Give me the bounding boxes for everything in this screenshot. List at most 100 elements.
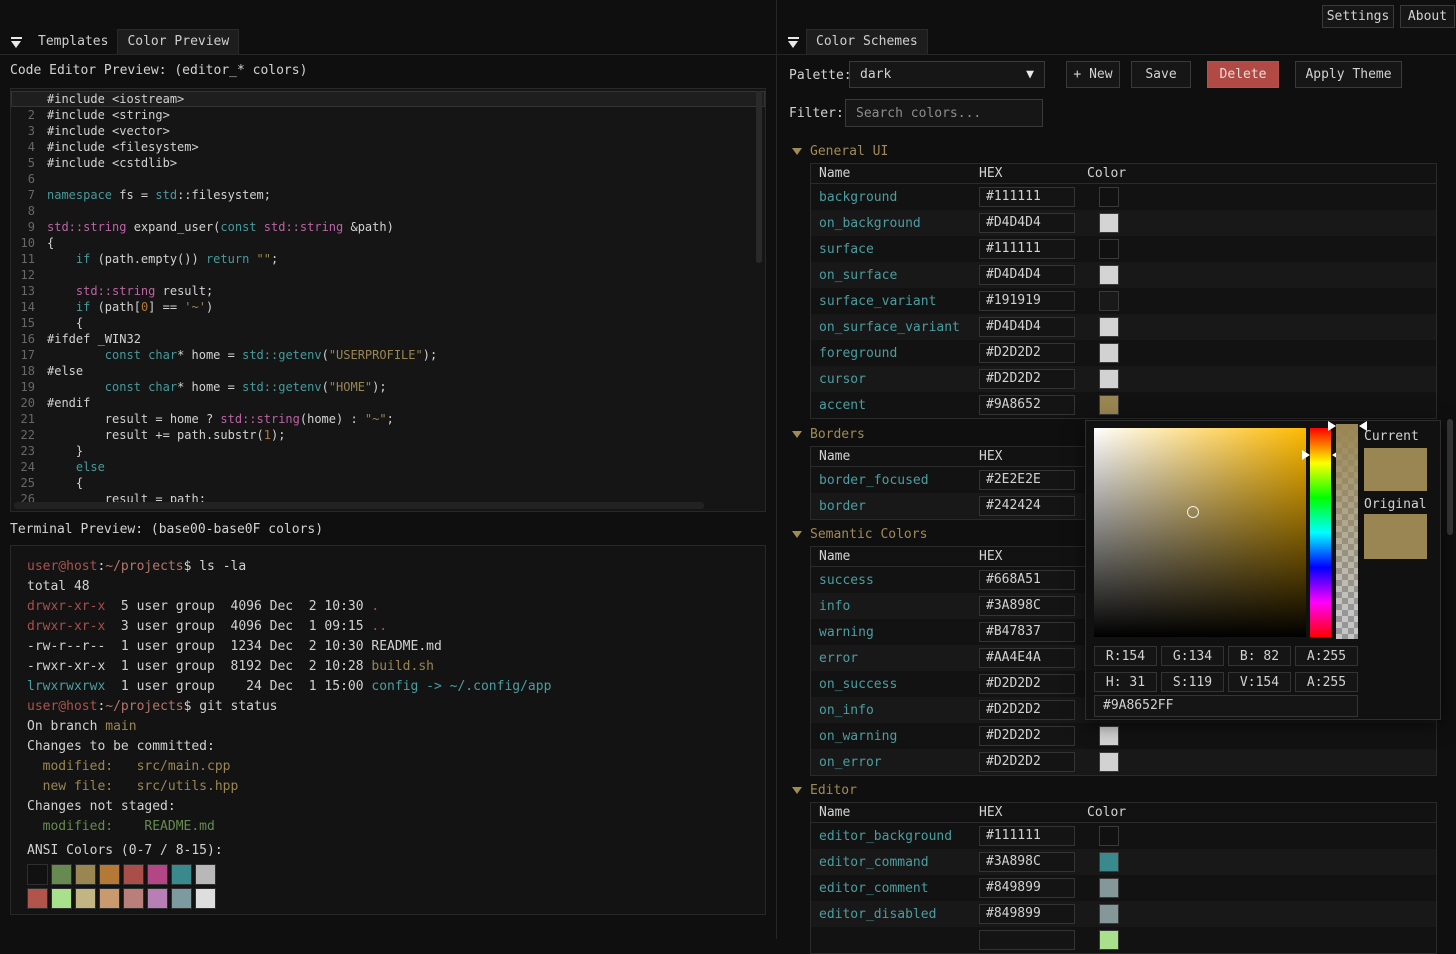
- about-button[interactable]: About: [1400, 5, 1455, 28]
- picker-field-s[interactable]: S:119: [1161, 672, 1224, 692]
- collapse-schemes-icon[interactable]: [787, 37, 800, 50]
- tab-color-preview[interactable]: Color Preview: [117, 29, 239, 54]
- hex-input[interactable]: #D2D2D2: [979, 726, 1075, 746]
- filter-search-input[interactable]: [845, 99, 1043, 127]
- color-swatch[interactable]: [1099, 291, 1119, 311]
- section-header-editor[interactable]: Editor: [792, 782, 857, 798]
- tab-color-schemes[interactable]: Color Schemes: [806, 29, 928, 54]
- sv-cursor[interactable]: [1187, 506, 1199, 518]
- hex-input[interactable]: #111111: [979, 239, 1075, 259]
- section-header-general-ui[interactable]: General UI: [792, 143, 888, 159]
- color-swatch[interactable]: [1099, 852, 1119, 872]
- color-swatch[interactable]: [1099, 726, 1119, 746]
- picker-field-v[interactable]: V:154: [1228, 672, 1291, 692]
- hex-input[interactable]: #D4D4D4: [979, 265, 1075, 285]
- delete-button[interactable]: Delete: [1207, 61, 1279, 88]
- line-number: 6: [11, 171, 47, 187]
- save-button[interactable]: Save: [1131, 61, 1191, 88]
- tab-templates[interactable]: Templates: [29, 30, 117, 54]
- hex-input[interactable]: #3A898C: [979, 852, 1075, 872]
- color-swatch[interactable]: [1099, 343, 1119, 363]
- new-palette-button[interactable]: + New: [1066, 61, 1120, 88]
- picker-field-b[interactable]: B: 82: [1228, 646, 1291, 666]
- color-swatch[interactable]: [1099, 878, 1119, 898]
- settings-button[interactable]: Settings: [1322, 5, 1394, 28]
- code-token: result = home ?: [47, 412, 220, 426]
- apply-theme-button[interactable]: Apply Theme: [1295, 61, 1402, 88]
- color-swatch[interactable]: [1099, 930, 1119, 950]
- hex-input[interactable]: #3A898C: [979, 596, 1075, 616]
- color-swatch[interactable]: [1099, 317, 1119, 337]
- picker-field-r[interactable]: R:154: [1094, 646, 1157, 666]
- hex-input[interactable]: #111111: [979, 187, 1075, 207]
- alpha-slider-handle-left[interactable]: [1328, 421, 1336, 431]
- hex-input[interactable]: #D4D4D4: [979, 213, 1075, 233]
- table-row: editor_disabled#849899: [811, 901, 1436, 927]
- hex-cell: [979, 930, 1087, 950]
- section-title: Editor: [810, 783, 857, 798]
- hex-input[interactable]: #668A51: [979, 570, 1075, 590]
- hex-input[interactable]: #191919: [979, 291, 1075, 311]
- code-line: 17 const char* home = std::getenv("USERP…: [11, 347, 765, 363]
- color-swatch[interactable]: [1099, 187, 1119, 207]
- code-token: fs =: [112, 188, 155, 202]
- ansi-swatch: [51, 864, 72, 885]
- code-line: 21 result = home ? std::string(home) : "…: [11, 411, 765, 427]
- terminal-preview-title: Terminal Preview: (base00-base0F colors): [10, 522, 323, 537]
- color-picker-popup: Current Original R:154G:134B: 82A:255 H:…: [1085, 420, 1441, 720]
- picker-field-a[interactable]: A:255: [1295, 646, 1358, 666]
- hex-input[interactable]: #D2D2D2: [979, 369, 1075, 389]
- editor-vertical-scrollbar[interactable]: [756, 91, 762, 263]
- hex-input[interactable]: #D2D2D2: [979, 752, 1075, 772]
- hex-input[interactable]: [979, 930, 1075, 950]
- hex-input[interactable]: #D2D2D2: [979, 343, 1075, 363]
- terminal-line: Changes not staged:: [27, 797, 765, 817]
- color-swatch[interactable]: [1099, 265, 1119, 285]
- color-name: background: [811, 190, 979, 205]
- color-swatch[interactable]: [1099, 213, 1119, 233]
- color-name: on_error: [811, 755, 979, 770]
- hex-input[interactable]: #9A8652: [979, 395, 1075, 415]
- editor-horizontal-scrollbar[interactable]: [14, 502, 704, 509]
- hex-input[interactable]: #111111: [979, 826, 1075, 846]
- hex-input[interactable]: #B47837: [979, 622, 1075, 642]
- color-swatch[interactable]: [1099, 369, 1119, 389]
- right-panel-scrollbar[interactable]: [1447, 419, 1453, 535]
- hue-slider[interactable]: [1310, 428, 1331, 637]
- picker-field-g[interactable]: G:134: [1161, 646, 1224, 666]
- code-editor-preview: #include <iostream>2#include <string>3#i…: [10, 88, 766, 512]
- section-header-semantic-colors[interactable]: Semantic Colors: [792, 526, 927, 542]
- alpha-slider[interactable]: [1336, 424, 1358, 639]
- saturation-value-area[interactable]: [1094, 428, 1306, 637]
- picker-field-a[interactable]: A:255: [1295, 672, 1358, 692]
- picker-field-h[interactable]: H: 31: [1094, 672, 1157, 692]
- color-swatch[interactable]: [1099, 752, 1119, 772]
- hex-input[interactable]: #D2D2D2: [979, 700, 1075, 720]
- hex-input[interactable]: #849899: [979, 904, 1075, 924]
- color-swatch[interactable]: [1099, 395, 1119, 415]
- palette-label: Palette:: [789, 68, 852, 83]
- code-line: 16#ifdef _WIN32: [11, 331, 765, 347]
- hue-slider-handle-left[interactable]: [1302, 450, 1310, 460]
- hex-input[interactable]: #849899: [979, 878, 1075, 898]
- column-header-name: Name: [811, 449, 979, 464]
- line-number: 24: [11, 459, 47, 475]
- collapse-panel-icon[interactable]: [10, 37, 23, 50]
- hex-input[interactable]: #D4D4D4: [979, 317, 1075, 337]
- hex-input[interactable]: #D2D2D2: [979, 674, 1075, 694]
- terminal-line: user@host:~/projects$ git status: [27, 697, 765, 717]
- color-swatch[interactable]: [1099, 239, 1119, 259]
- hex-input[interactable]: #242424: [979, 496, 1075, 516]
- code-token: result;: [155, 284, 213, 298]
- hex-input[interactable]: #AA4E4A: [979, 648, 1075, 668]
- hex-input[interactable]: #2E2E2E: [979, 470, 1075, 490]
- section-header-borders[interactable]: Borders: [792, 426, 865, 442]
- filter-label: Filter:: [789, 106, 844, 121]
- code-token: if: [76, 252, 90, 266]
- color-swatch[interactable]: [1099, 904, 1119, 924]
- palette-dropdown[interactable]: dark ▼: [849, 61, 1045, 88]
- hex-value-input[interactable]: #9A8652FF: [1094, 695, 1358, 717]
- table-row: on_surface#D4D4D4: [811, 262, 1436, 288]
- color-swatch[interactable]: [1099, 826, 1119, 846]
- code-token: [257, 220, 264, 234]
